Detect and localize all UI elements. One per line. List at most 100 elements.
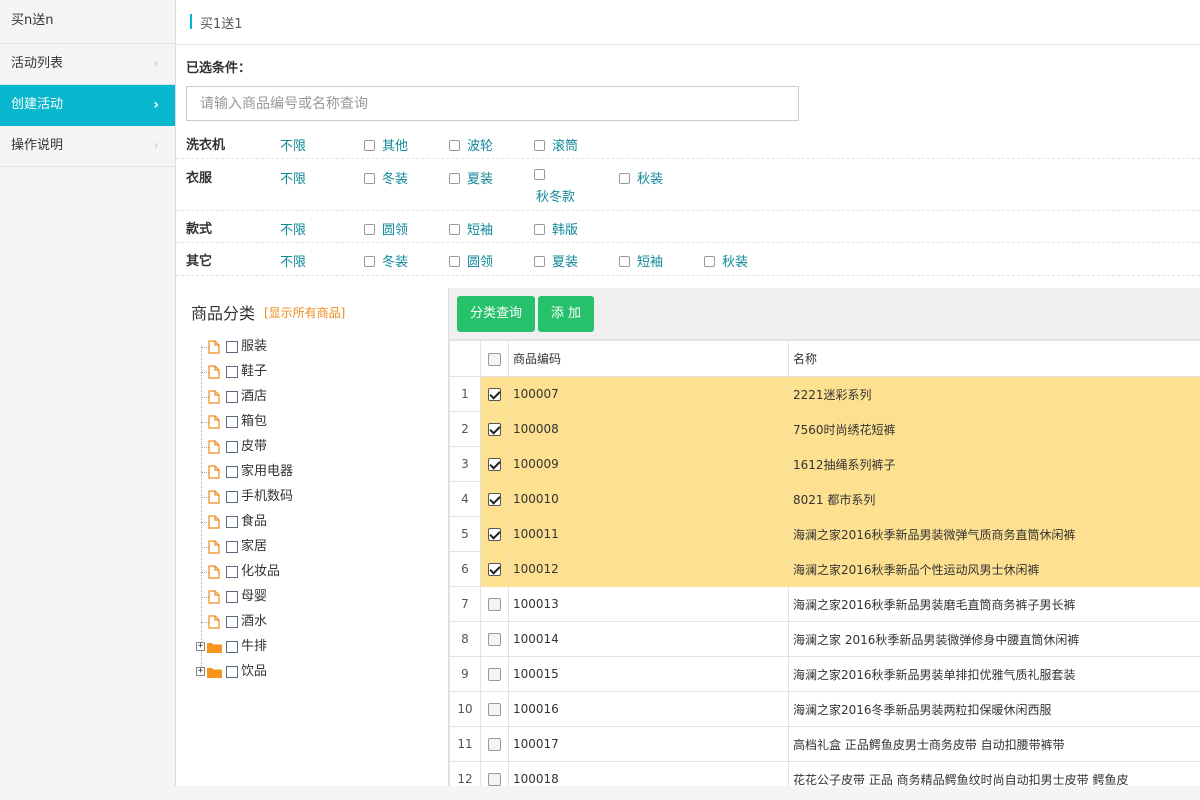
checkbox[interactable] <box>364 256 375 267</box>
product-name-cell[interactable]: 海澜之家2016秋季新品个性运动风男士休闲裤 <box>788 551 1200 587</box>
tree-node-checkbox[interactable] <box>226 591 238 603</box>
tree-node[interactable]: + 牛排 <box>196 638 436 658</box>
show-all-products-link[interactable]: [显示所有商品] <box>264 304 345 321</box>
filter-option[interactable]: 滚筒 <box>534 135 578 154</box>
tree-node[interactable]: 化妆品 <box>196 563 436 583</box>
select-all-checkbox[interactable] <box>488 352 501 366</box>
row-checkbox[interactable] <box>488 388 501 401</box>
product-code-cell[interactable]: 100008 <box>508 411 789 447</box>
filter-option-label[interactable]: 秋冬款 <box>536 186 575 205</box>
filter-option[interactable]: 波轮 <box>449 135 493 154</box>
checkbox[interactable] <box>619 256 630 267</box>
tree-node[interactable]: 家居 <box>196 538 436 558</box>
table-row[interactable]: 10 100016 海澜之家2016冬季新品男装两粒扣保暖休闲西服 <box>449 691 1200 727</box>
tree-node-checkbox[interactable] <box>226 516 238 528</box>
product-name-cell[interactable]: 1612抽绳系列裤子 <box>788 446 1200 482</box>
row-checkbox[interactable] <box>488 633 501 646</box>
checkbox[interactable] <box>449 256 460 267</box>
tree-node-checkbox[interactable] <box>226 466 238 478</box>
product-name-cell[interactable]: 8021 都市系列 <box>788 481 1200 517</box>
row-select-cell[interactable] <box>480 481 509 517</box>
row-checkbox[interactable] <box>488 458 501 471</box>
checkbox[interactable] <box>534 256 545 267</box>
row-checkbox[interactable] <box>488 773 501 786</box>
row-select-cell[interactable] <box>480 621 509 657</box>
checkbox[interactable] <box>449 224 460 235</box>
tree-node-checkbox[interactable] <box>226 616 238 628</box>
product-code-cell[interactable]: 100011 <box>508 516 789 552</box>
tree-node[interactable]: 母婴 <box>196 588 436 608</box>
category-query-button[interactable]: 分类查询 <box>457 296 535 332</box>
checkbox[interactable] <box>534 140 545 151</box>
product-name-cell[interactable]: 7560时尚绣花短裤 <box>788 411 1200 447</box>
filter-option[interactable] <box>534 168 552 183</box>
table-row[interactable]: 3 100009 1612抽绳系列裤子 <box>449 446 1200 482</box>
tree-node[interactable]: 家用电器 <box>196 463 436 483</box>
table-row[interactable]: 9 100015 海澜之家2016秋季新品男装单排扣优雅气质礼服套装 <box>449 656 1200 692</box>
product-name-cell[interactable]: 海澜之家2016秋季新品男装单排扣优雅气质礼服套装 <box>788 656 1200 692</box>
filter-option[interactable]: 冬装 <box>364 168 408 187</box>
checkbox[interactable] <box>619 173 630 184</box>
filter-option-unlimited[interactable]: 不限 <box>280 251 306 270</box>
row-checkbox[interactable] <box>488 493 501 506</box>
tree-node-checkbox[interactable] <box>226 666 238 678</box>
tree-node-checkbox[interactable] <box>226 416 238 428</box>
tree-node-checkbox[interactable] <box>226 491 238 503</box>
table-row[interactable]: 11 100017 高档礼盒 正品鳄鱼皮男士商务皮带 自动扣腰带裤带 <box>449 726 1200 762</box>
checkbox[interactable] <box>364 224 375 235</box>
tree-node-checkbox[interactable] <box>226 566 238 578</box>
product-name-cell[interactable]: 高档礼盒 正品鳄鱼皮男士商务皮带 自动扣腰带裤带 <box>788 726 1200 762</box>
tree-node[interactable]: 鞋子 <box>196 363 436 383</box>
checkbox[interactable] <box>364 173 375 184</box>
tree-node[interactable]: 食品 <box>196 513 436 533</box>
product-code-cell[interactable]: 100016 <box>508 691 789 727</box>
checkbox[interactable] <box>534 169 545 180</box>
tree-node[interactable]: 酒店 <box>196 388 436 408</box>
tree-node[interactable]: 手机数码 <box>196 488 436 508</box>
tree-node-checkbox[interactable] <box>226 341 238 353</box>
checkbox[interactable] <box>534 224 545 235</box>
table-row[interactable]: 5 100011 海澜之家2016秋季新品男装微弹气质商务直筒休闲裤 <box>449 516 1200 552</box>
row-checkbox[interactable] <box>488 563 501 576</box>
product-code-cell[interactable]: 100009 <box>508 446 789 482</box>
table-row[interactable]: 7 100013 海澜之家2016秋季新品男装磨毛直筒商务裤子男长裤 <box>449 586 1200 622</box>
checkbox[interactable] <box>364 140 375 151</box>
row-select-cell[interactable] <box>480 411 509 447</box>
filter-option[interactable]: 夏装 <box>534 251 578 270</box>
checkbox[interactable] <box>449 140 460 151</box>
row-checkbox[interactable] <box>488 528 501 541</box>
tree-node[interactable]: + 饮品 <box>196 663 436 683</box>
filter-option-unlimited[interactable]: 不限 <box>280 168 306 187</box>
table-row[interactable]: 6 100012 海澜之家2016秋季新品个性运动风男士休闲裤 <box>449 551 1200 587</box>
sidebar-item-activity-list[interactable]: 活动列表 › <box>0 44 175 85</box>
column-header-code[interactable]: 商品编码 <box>508 340 789 377</box>
select-all-cell[interactable] <box>480 340 509 377</box>
table-row[interactable]: 1 100007 2221迷彩系列 <box>449 376 1200 412</box>
product-name-cell[interactable]: 海澜之家2016秋季新品男装磨毛直筒商务裤子男长裤 <box>788 586 1200 622</box>
product-name-cell[interactable]: 2221迷彩系列 <box>788 376 1200 412</box>
filter-option[interactable]: 韩版 <box>534 219 578 238</box>
table-row[interactable]: 4 100010 8021 都市系列 <box>449 481 1200 517</box>
checkbox[interactable] <box>449 173 460 184</box>
filter-option[interactable]: 圆领 <box>364 219 408 238</box>
product-code-cell[interactable]: 100007 <box>508 376 789 412</box>
checkbox[interactable] <box>704 256 715 267</box>
expand-icon[interactable]: + <box>196 667 205 676</box>
tree-node[interactable]: 皮带 <box>196 438 436 458</box>
tree-node[interactable]: 箱包 <box>196 413 436 433</box>
sidebar-item-create-activity[interactable]: 创建活动 › <box>0 85 175 126</box>
filter-option[interactable]: 秋装 <box>704 251 748 270</box>
filter-option[interactable]: 短袖 <box>619 251 663 270</box>
tree-node[interactable]: 服装 <box>196 338 436 358</box>
product-code-cell[interactable]: 100017 <box>508 726 789 762</box>
row-checkbox[interactable] <box>488 703 501 716</box>
product-name-cell[interactable]: 海澜之家2016冬季新品男装两粒扣保暖休闲西服 <box>788 691 1200 727</box>
tree-node-checkbox[interactable] <box>226 441 238 453</box>
add-button[interactable]: 添 加 <box>538 296 594 332</box>
filter-option-unlimited[interactable]: 不限 <box>280 135 306 154</box>
sidebar-item-instructions[interactable]: 操作说明 › <box>0 126 175 167</box>
table-row[interactable]: 2 100008 7560时尚绣花短裤 <box>449 411 1200 447</box>
row-checkbox[interactable] <box>488 738 501 751</box>
product-code-cell[interactable]: 100015 <box>508 656 789 692</box>
tree-node-checkbox[interactable] <box>226 391 238 403</box>
